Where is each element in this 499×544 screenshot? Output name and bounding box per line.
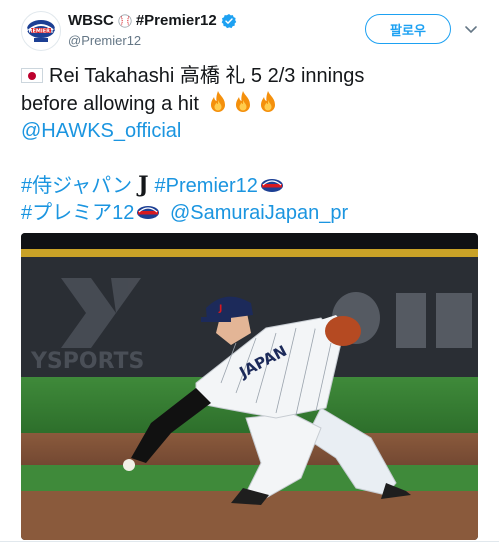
- premier12-hashflag-icon: [260, 179, 283, 192]
- avatar[interactable]: PREMIER12: [21, 11, 61, 51]
- chevron-down-icon[interactable]: [463, 21, 479, 37]
- tweet-line-1: Rei Takahashi 高橋 礼 5 2/3 innings: [49, 65, 365, 87]
- svg-text:J: J: [218, 304, 222, 314]
- tweet-text: Rei Takahashi 高橋 礼 5 2/3 innings before …: [21, 63, 491, 227]
- hashtag-premier12[interactable]: #Premier12: [155, 175, 258, 197]
- display-name[interactable]: WBSC: [68, 12, 114, 29]
- mention-hawks[interactable]: @HAWKS_official: [21, 120, 181, 142]
- user-handle[interactable]: @Premier12: [68, 33, 141, 48]
- premier12-hashflag-icon: [137, 206, 160, 219]
- tweet-photo[interactable]: YSPORTS JAPAN J: [21, 233, 478, 540]
- tweet-header: PREMIER12 WBSC #Premier12 @Premier12 팔로우: [0, 0, 499, 56]
- hashtag-name[interactable]: #Premier12: [136, 12, 217, 29]
- hashtag-premier12-jp[interactable]: #プレミア12: [21, 202, 134, 224]
- banner-text: YSPORTS: [30, 349, 144, 374]
- display-name-row[interactable]: WBSC #Premier12: [68, 12, 237, 29]
- fire-icon: [211, 91, 226, 112]
- hashtag-samurai-japan[interactable]: #侍ジャパン: [21, 175, 132, 197]
- j-mark-icon: J: [138, 172, 149, 198]
- japan-flag-icon: [21, 68, 43, 83]
- svg-text:PREMIER12: PREMIER12: [25, 29, 58, 35]
- follow-button[interactable]: 팔로우: [365, 14, 451, 44]
- tweet-line-2: before allowing a hit: [21, 93, 199, 115]
- premier12-logo-icon: PREMIER12: [23, 13, 59, 49]
- baseball-icon: [118, 13, 132, 28]
- fire-icon: [236, 91, 251, 112]
- mention-samurai-japan[interactable]: @SamuraiJapan_pr: [170, 202, 348, 224]
- fire-icon: [261, 91, 276, 112]
- verified-badge-icon: [221, 13, 237, 28]
- pitcher-photo: YSPORTS JAPAN J: [21, 233, 478, 540]
- divider: [0, 541, 499, 542]
